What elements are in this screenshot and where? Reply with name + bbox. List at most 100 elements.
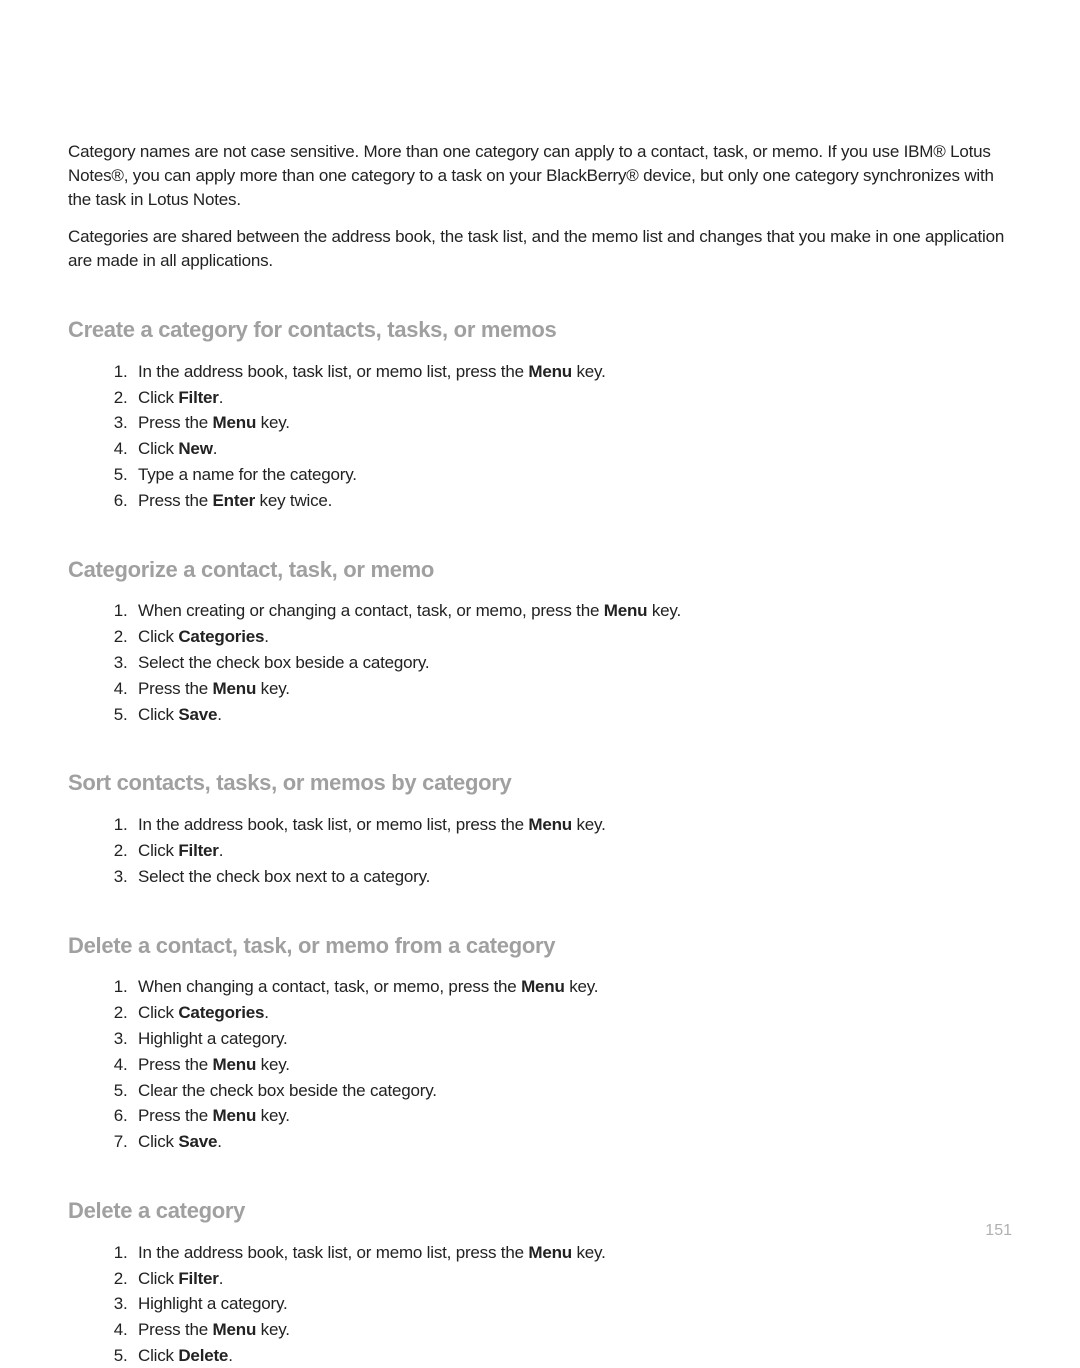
text: Click — [138, 841, 178, 860]
text: When changing a contact, task, or memo, … — [138, 977, 521, 996]
text: key. — [572, 815, 606, 834]
text: key. — [256, 1106, 290, 1125]
text: . — [219, 1269, 224, 1288]
bold-term: Menu — [213, 1106, 257, 1125]
bold-term: Categories — [178, 627, 264, 646]
bold-term: Save — [178, 705, 217, 724]
text: Click — [138, 1269, 178, 1288]
step-item: Click New. — [132, 437, 1012, 461]
bold-term: Menu — [213, 679, 257, 698]
intro-paragraph-2: Categories are shared between the addres… — [68, 225, 1012, 273]
step-item: Press the Menu key. — [132, 677, 1012, 701]
text: , you can apply more than one category t… — [124, 166, 627, 185]
text: key. — [256, 1320, 290, 1339]
step-item: In the address book, task list, or memo … — [132, 360, 1012, 384]
text: . — [219, 841, 224, 860]
bold-term: Filter — [178, 841, 218, 860]
step-list: In the address book, task list, or memo … — [68, 1241, 1012, 1368]
step-list: When changing a contact, task, or memo, … — [68, 975, 1012, 1154]
text: Press the — [138, 491, 213, 510]
step-item: Select the check box beside a category. — [132, 651, 1012, 675]
bold-term: Menu — [521, 977, 565, 996]
step-item: Click Filter. — [132, 386, 1012, 410]
text: Click — [138, 388, 178, 407]
text: Click — [138, 1132, 178, 1151]
section-heading: Delete a category — [68, 1196, 1012, 1227]
step-item: Clear the check box beside the category. — [132, 1079, 1012, 1103]
step-item: Click Filter. — [132, 839, 1012, 863]
text: Press the — [138, 1320, 213, 1339]
text: key. — [256, 413, 290, 432]
bold-term: Categories — [178, 1003, 264, 1022]
intro-paragraph-1: Category names are not case sensitive. M… — [68, 140, 1012, 211]
section-delete-category: Delete a category In the address book, t… — [68, 1196, 1012, 1368]
step-item: In the address book, task list, or memo … — [132, 1241, 1012, 1265]
text: Click — [138, 1003, 178, 1022]
text: Click — [138, 1346, 178, 1365]
text: Click — [138, 627, 178, 646]
section-delete-from-category: Delete a contact, task, or memo from a c… — [68, 931, 1012, 1154]
step-item: Click Delete. — [132, 1344, 1012, 1368]
bold-term: Menu — [528, 362, 572, 381]
text: In the address book, task list, or memo … — [138, 1243, 528, 1262]
text: Press the — [138, 413, 213, 432]
step-list: In the address book, task list, or memo … — [68, 813, 1012, 888]
step-item: In the address book, task list, or memo … — [132, 813, 1012, 837]
bold-term: Menu — [604, 601, 648, 620]
text: . — [213, 439, 218, 458]
text: Click — [138, 705, 178, 724]
text: key. — [647, 601, 681, 620]
step-item: Press the Menu key. — [132, 1104, 1012, 1128]
text: Press the — [138, 1055, 213, 1074]
bold-term: Filter — [178, 388, 218, 407]
step-item: Highlight a category. — [132, 1027, 1012, 1051]
text: key twice. — [255, 491, 332, 510]
registered-symbol: ® — [111, 166, 123, 185]
step-item: Click Save. — [132, 1130, 1012, 1154]
step-item: Press the Menu key. — [132, 1318, 1012, 1342]
text: In the address book, task list, or memo … — [138, 362, 528, 381]
bold-term: Menu — [213, 1320, 257, 1339]
text: . — [217, 705, 222, 724]
document-page: Category names are not case sensitive. M… — [0, 0, 1080, 1368]
text: In the address book, task list, or memo … — [138, 815, 528, 834]
registered-symbol: ® — [626, 166, 638, 185]
section-sort: Sort contacts, tasks, or memos by catego… — [68, 768, 1012, 888]
text: key. — [256, 679, 290, 698]
bold-term: Filter — [178, 1269, 218, 1288]
text: key. — [565, 977, 599, 996]
bold-term: Menu — [213, 1055, 257, 1074]
text: . — [264, 627, 269, 646]
section-heading: Delete a contact, task, or memo from a c… — [68, 931, 1012, 962]
text: When creating or changing a contact, tas… — [138, 601, 604, 620]
registered-symbol: ® — [933, 142, 945, 161]
step-item: Click Save. — [132, 703, 1012, 727]
text: key. — [256, 1055, 290, 1074]
section-heading: Categorize a contact, task, or memo — [68, 555, 1012, 586]
section-heading: Create a category for contacts, tasks, o… — [68, 315, 1012, 346]
bold-term: Delete — [178, 1346, 228, 1365]
section-heading: Sort contacts, tasks, or memos by catego… — [68, 768, 1012, 799]
text: . — [264, 1003, 269, 1022]
section-create-category: Create a category for contacts, tasks, o… — [68, 315, 1012, 513]
step-item: Press the Menu key. — [132, 411, 1012, 435]
intro-block: Category names are not case sensitive. M… — [68, 140, 1012, 273]
text: Category names are not case sensitive. M… — [68, 142, 933, 161]
text: Press the — [138, 679, 213, 698]
step-item: Press the Enter key twice. — [132, 489, 1012, 513]
text: . — [219, 388, 224, 407]
step-item: Press the Menu key. — [132, 1053, 1012, 1077]
bold-term: Enter — [213, 491, 255, 510]
text: Press the — [138, 1106, 213, 1125]
section-categorize: Categorize a contact, task, or memo When… — [68, 555, 1012, 727]
step-item: Click Categories. — [132, 625, 1012, 649]
page-number: 151 — [985, 1220, 1012, 1242]
text: . — [217, 1132, 222, 1151]
text: . — [228, 1346, 233, 1365]
step-item: Select the check box next to a category. — [132, 865, 1012, 889]
step-list: When creating or changing a contact, tas… — [68, 599, 1012, 726]
text: Click — [138, 439, 178, 458]
step-item: When creating or changing a contact, tas… — [132, 599, 1012, 623]
bold-term: Menu — [528, 815, 572, 834]
text: key. — [572, 362, 606, 381]
